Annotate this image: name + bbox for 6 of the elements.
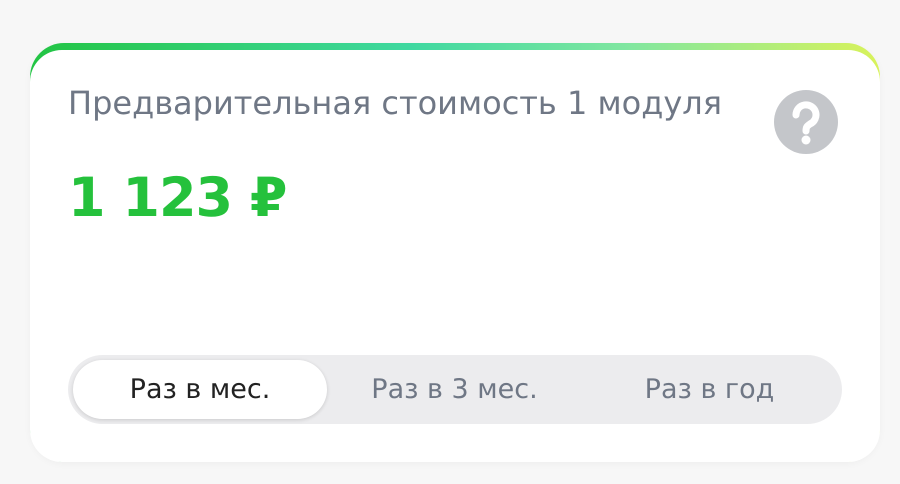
card-title: Предварительная стоимость 1 модуля <box>68 83 723 124</box>
period-option[interactable]: Раз в год <box>582 360 837 419</box>
period-option[interactable]: Раз в 3 мес. <box>327 360 582 419</box>
price: 1 123 ₽ <box>68 166 288 229</box>
help-icon[interactable] <box>774 90 838 154</box>
period-option[interactable]: Раз в мес. <box>73 360 327 419</box>
